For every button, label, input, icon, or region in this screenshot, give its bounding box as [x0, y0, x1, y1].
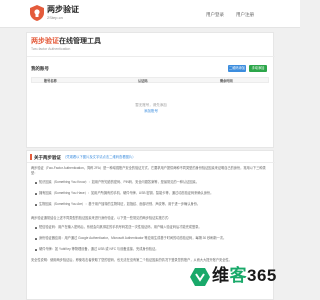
about-header: 关于两步验证 （凭观看以下图片及文字请点击二维码查看图片）: [27, 151, 275, 163]
page-title: 两步验证在线管理工具: [31, 38, 101, 46]
watermark-part: 365: [247, 266, 277, 285]
add-account-link[interactable]: 添加账号: [27, 109, 275, 113]
about-title: 关于两步验证: [34, 155, 61, 160]
column-auth-code: 认证码: [138, 79, 148, 83]
hexagon-logo-icon: [190, 268, 210, 286]
watermark: 维客365: [186, 263, 296, 293]
site-header: 两步验证 2Step.cn 用户登录 用户注册: [0, 0, 300, 28]
bullet-icon: [35, 204, 37, 206]
manual-add-button[interactable]: 手动添加: [249, 65, 267, 72]
watermark-part: 客: [229, 266, 247, 285]
watermark-part: 维: [212, 266, 230, 285]
list-item: 短信验证码：用户在输入密码后，系统会向其绑定的手机号码发送一次性验证码，用户输入…: [39, 225, 202, 229]
page-subtitle: Two-factor Authentication: [31, 47, 71, 51]
intro-paragraph: 两步验证（Two-Factor Authentication，简称 2FA）是一…: [31, 166, 266, 175]
section-label: 我的账号: [31, 66, 49, 71]
bullet-icon: [35, 227, 37, 229]
page-title-highlight: 两步验证: [31, 38, 59, 45]
watermark-text: 维客365: [212, 267, 277, 285]
list-item: 身份验证器应用：用户通过 Google Authenticator、Micros…: [39, 236, 227, 240]
account-manager-card: 两步验证在线管理工具 Two-factor Authentication 我的账…: [26, 32, 275, 148]
qr-add-button[interactable]: 二维码添加: [228, 65, 246, 72]
column-remaining-time: 剩余时间: [220, 79, 233, 83]
list-item: 生物因素（Something You Are）：基于用户独特的生物特征，如指纹、…: [39, 202, 200, 206]
register-link[interactable]: 用户注册: [236, 12, 254, 17]
bullet-icon: [35, 238, 37, 240]
accent-bar: [30, 154, 32, 160]
list-item: 硬件令牌：如 YubiKey 等物理设备，通过 USB 或 NFC 与设备连接，…: [39, 247, 159, 251]
paragraph: 安全性说明：使用两步验证后，即使攻击者获取了您的密码，也无法在没有第二个验证因素…: [31, 258, 232, 262]
bullet-icon: [35, 249, 37, 251]
site-title[interactable]: 两步验证: [47, 5, 79, 14]
list-item: 知识因素（Something You Know）：如用户所知道的密码、PIN码、…: [39, 180, 199, 184]
page-title-rest: 在线管理工具: [59, 38, 101, 45]
about-tip-link[interactable]: （凭观看以下图片及文字请点击二维码查看图片）: [63, 155, 136, 160]
bullet-icon: [35, 193, 37, 195]
login-link[interactable]: 用户登录: [206, 12, 224, 17]
bullet-icon: [35, 182, 37, 184]
site-domain: 2Step.cn: [47, 15, 63, 20]
accounts-table-header: 账号名称 认证码 剩余时间: [31, 77, 269, 83]
column-account-name: 账号名称: [44, 79, 57, 83]
list-item: 拥有因素（Something You Have）：如用户所拥有的手机、硬件令牌、…: [39, 191, 214, 195]
divider: [27, 56, 275, 57]
shield-logo-icon[interactable]: [30, 5, 44, 21]
paragraph: 两步验证通常结合上述不同类型的验证因素来进行身份验证，以下是一些常见的两步验证实…: [31, 216, 172, 220]
empty-state-text: 暂无账号，请先添加: [135, 103, 167, 107]
